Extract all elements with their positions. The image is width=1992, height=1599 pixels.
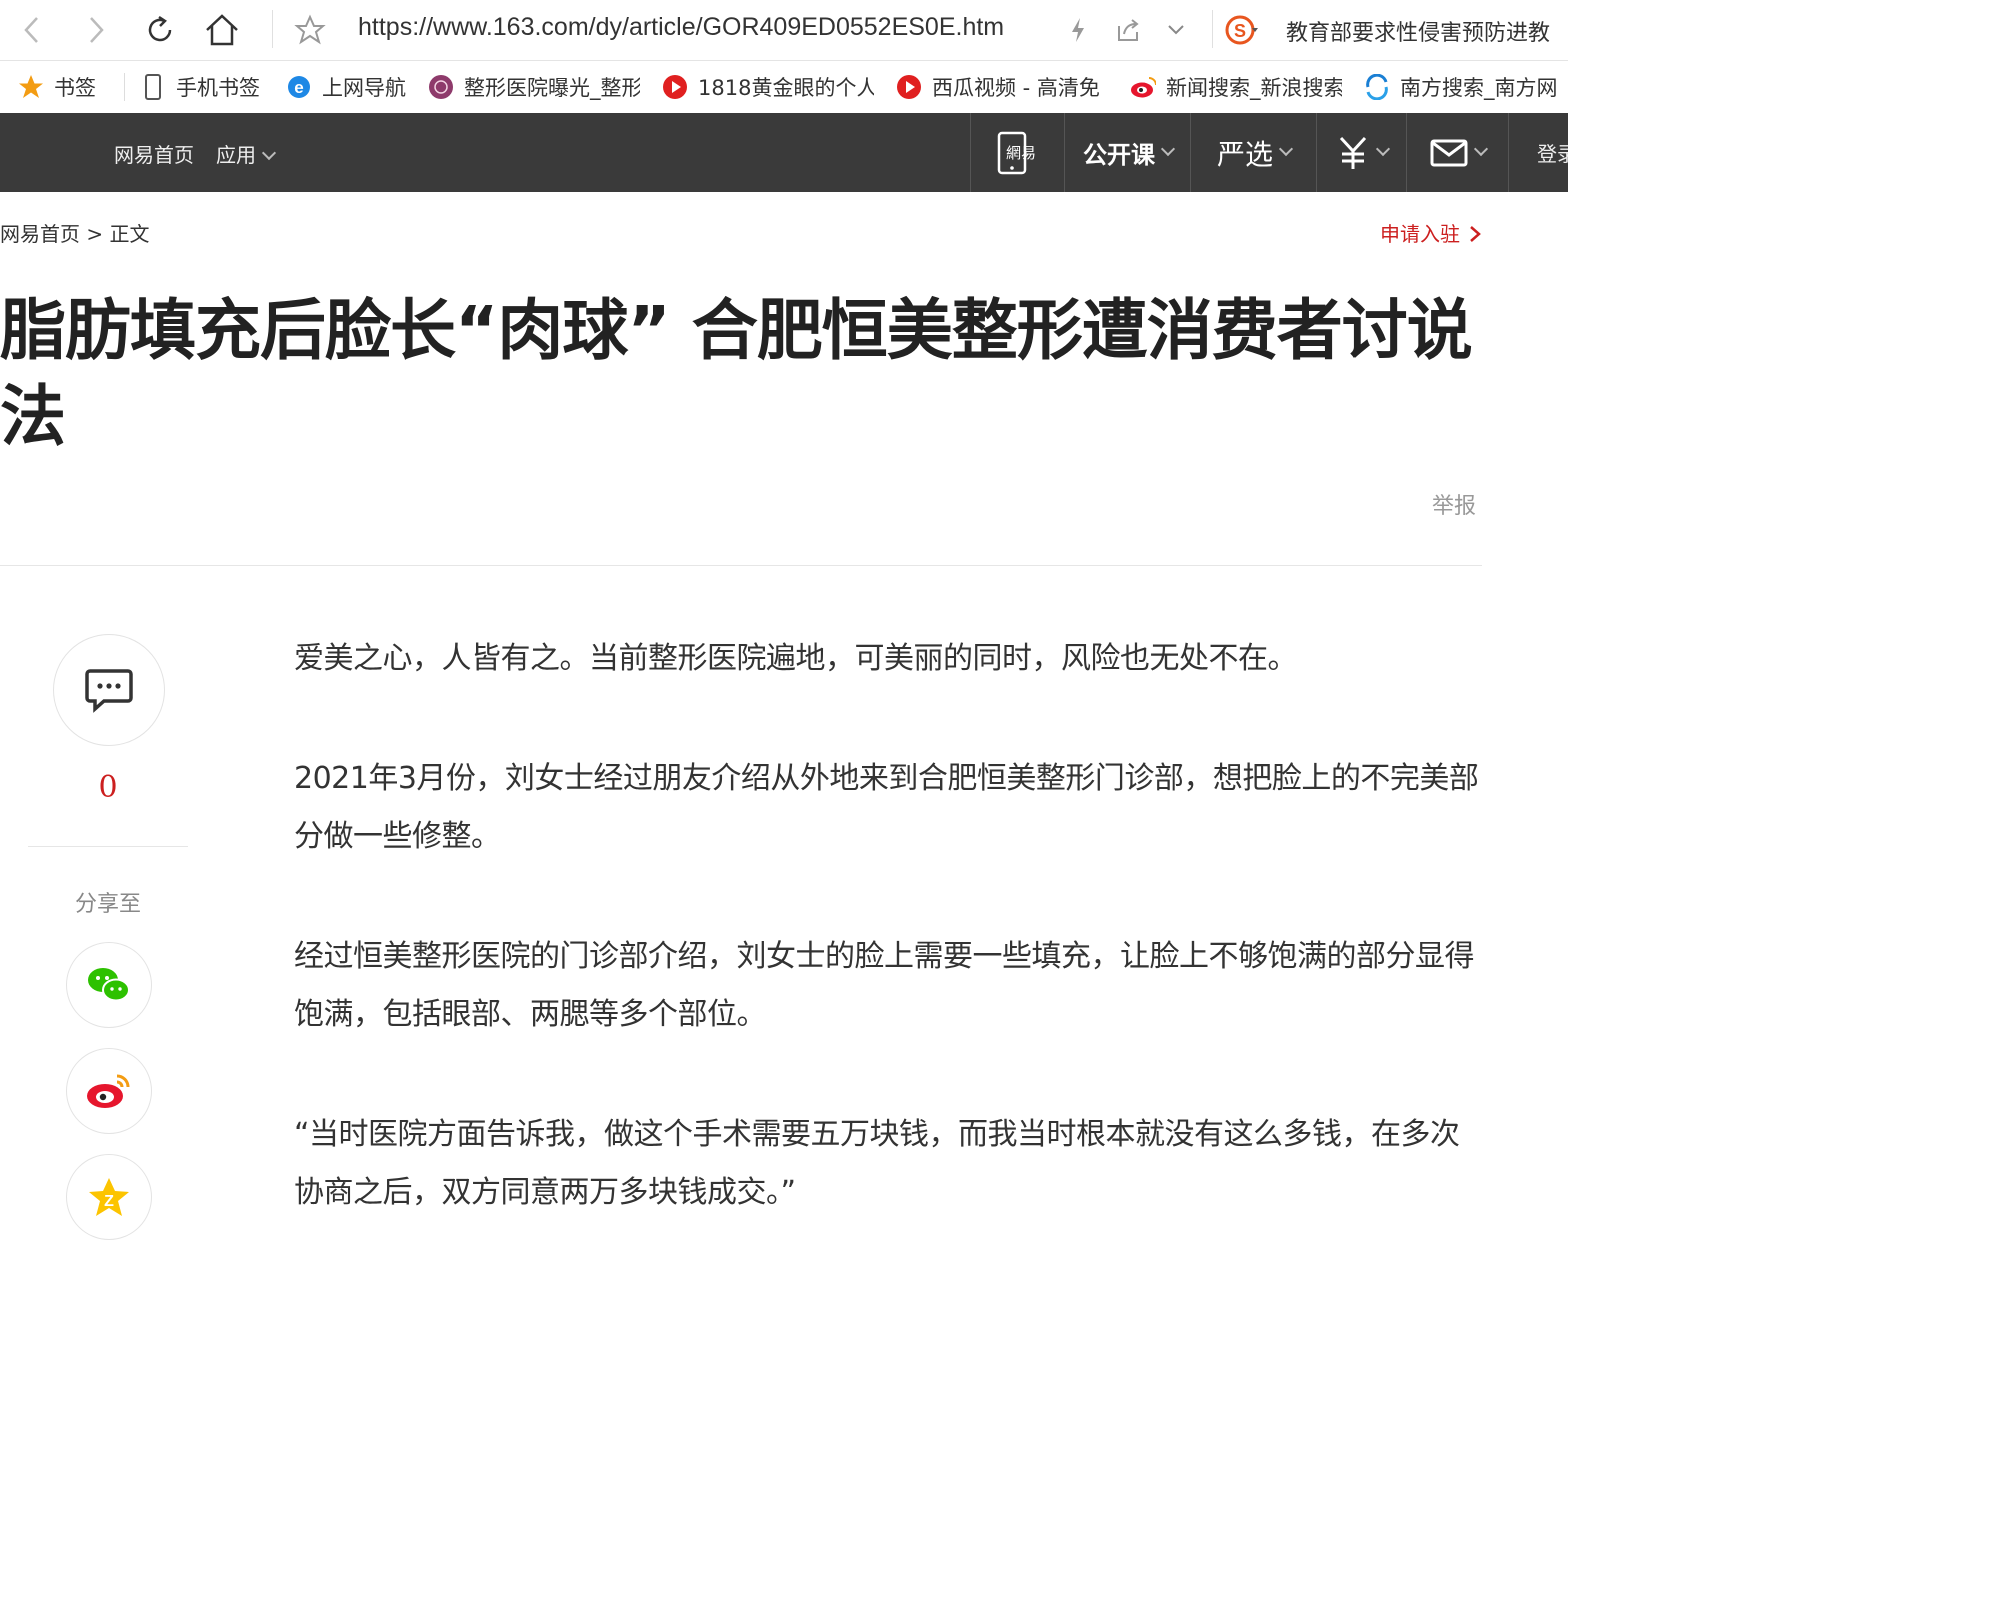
southcn-icon [1364,74,1390,100]
yanxuan-menu[interactable]: 严选 [1190,113,1317,192]
toolbar-divider [1212,10,1213,48]
mail-menu[interactable] [1406,113,1509,192]
video-play-icon [662,74,688,100]
netease-phone-icon: 網易 [997,131,1036,174]
apply-label: 申请入驻 [1380,222,1460,246]
yuan-icon [1339,136,1367,169]
weibo-icon [87,1074,130,1108]
star-icon[interactable] [292,12,328,48]
nav-apps-menu[interactable]: 应用 [216,139,277,168]
breadcrumb[interactable]: 网易首页 > 正文 [0,218,149,247]
bookmark-item[interactable]: 整形医院曝光_整形 [428,61,640,113]
bookmarks-bar: 书签 手机书签 e 上网导航 整形医院曝光_整形 1818黄金眼的个人 西瓜视频… [0,61,1568,114]
nav-home-link[interactable]: 网易首页 [114,139,194,168]
wechat-icon [88,968,130,1002]
address-input[interactable]: https://www.163.com/dy/article/GOR409ED0… [358,13,1004,42]
chevron-right-icon [1470,226,1481,242]
star-icon [18,74,44,100]
bookmark-divider [124,73,125,101]
svg-text:Z: Z [104,1193,114,1210]
search-input[interactable]: 教育部要求性侵害预防进教 [1286,15,1550,47]
weibo-icon [1130,74,1156,100]
nav-apps-label: 应用 [216,143,256,167]
toolbar-divider [272,10,273,48]
chevron-down-icon [1375,141,1391,156]
bookmark-label: 西瓜视频 - 高清免 [932,76,1100,100]
bookmark-label: 整形医院曝光_整形 [464,76,640,100]
share-label: 分享至 [74,892,141,917]
login-link[interactable]: 登录 [1508,113,1568,192]
chevron-down-icon[interactable] [1158,12,1194,48]
bookmark-label: 南方搜索_南方网 [1400,76,1558,100]
lightning-icon[interactable] [1060,12,1096,48]
bookmark-label: 手机书签 [176,76,260,100]
chevron-down-icon [1278,141,1294,156]
home-icon[interactable] [204,12,240,48]
bookmark-label: 书签 [54,76,96,100]
chevron-down-icon [1160,141,1176,156]
video-play-icon [896,74,922,100]
site-nav: 网易首页 应用 網易 公开课 严选 登录 [0,113,1568,192]
phone-icon [140,74,166,100]
back-icon[interactable] [14,12,50,48]
open-course-menu[interactable]: 公开课 [1064,113,1191,192]
article-paragraph: “当时医院方面告诉我，做这个手术需要五万块钱，而我当时根本就没有这么多钱，在多次… [294,1117,1460,1210]
article-title: 脂肪填充后脸长“肉球” 合肥恒美整形遭消费者讨说法 [0,292,1473,455]
svg-text:e: e [294,78,303,97]
title-divider [0,565,1482,566]
comment-icon [85,669,133,713]
login-label: 登录 [1537,142,1568,166]
browser-toolbar: https://www.163.com/dy/article/GOR409ED0… [0,0,1568,61]
bookmark-label: 上网导航 [322,76,406,100]
bookmark-item[interactable]: 南方搜索_南方网 [1364,61,1568,113]
bookmark-label: 1818黄金眼的个人 [698,76,874,100]
qzone-icon: Z [89,1178,129,1216]
netease-mobile-button[interactable]: 網易 [970,113,1065,192]
chevron-down-icon [261,145,277,161]
comment-button[interactable] [53,634,165,746]
clinic-logo-icon [428,74,454,100]
forward-icon[interactable] [78,12,114,48]
bookmark-item[interactable]: 西瓜视频 - 高清免 [896,61,1108,113]
article-paragraph: 2021年3月份，刘女士经过朋友介绍从外地来到合肥恒美整形门诊部，想把脸上的不完… [294,761,1479,854]
article-paragraph: 爱美之心，人皆有之。当前整形医院遍地，可美丽的同时，风险也无处不在。 [294,641,1298,676]
ie-icon: e [286,74,312,100]
sogou-search-icon[interactable]: S [1224,12,1260,48]
article-body: 爱美之心，人皆有之。当前整形医院遍地，可美丽的同时，风险也无处不在。 2021年… [294,630,1484,1222]
bookmark-item[interactable]: 手机书签 [140,61,270,113]
share-icon[interactable] [1110,12,1146,48]
reload-icon[interactable] [142,12,178,48]
mail-icon [1430,139,1468,166]
bookmark-item[interactable]: 1818黄金眼的个人 [662,61,874,113]
open-course-label: 公开课 [1083,141,1155,169]
comment-count[interactable]: 0 [28,770,188,805]
chevron-down-icon [1473,141,1489,156]
share-weibo-button[interactable] [66,1048,152,1134]
bookmark-item[interactable]: 新闻搜索_新浪搜索 [1130,61,1342,113]
bookmark-label: 新闻搜索_新浪搜索 [1166,76,1342,100]
sidebar-divider [28,846,188,847]
apply-link[interactable]: 申请入驻 [1380,218,1482,247]
report-link[interactable]: 举报 [1432,488,1476,520]
svg-text:網易: 網易 [1006,144,1036,162]
svg-text:S: S [1234,21,1246,41]
share-qzone-button[interactable]: Z [66,1154,152,1240]
bookmark-item[interactable]: e 上网导航 [286,61,414,113]
yanxuan-label: 严选 [1216,137,1273,171]
bookmark-item[interactable]: 书签 [18,61,118,113]
share-wechat-button[interactable] [66,942,152,1028]
article-paragraph: 经过恒美整形医院的门诊部介绍，刘女士的脸上需要一些填充，让脸上不够饱满的部分显得… [294,939,1475,1032]
payment-menu[interactable] [1316,113,1407,192]
